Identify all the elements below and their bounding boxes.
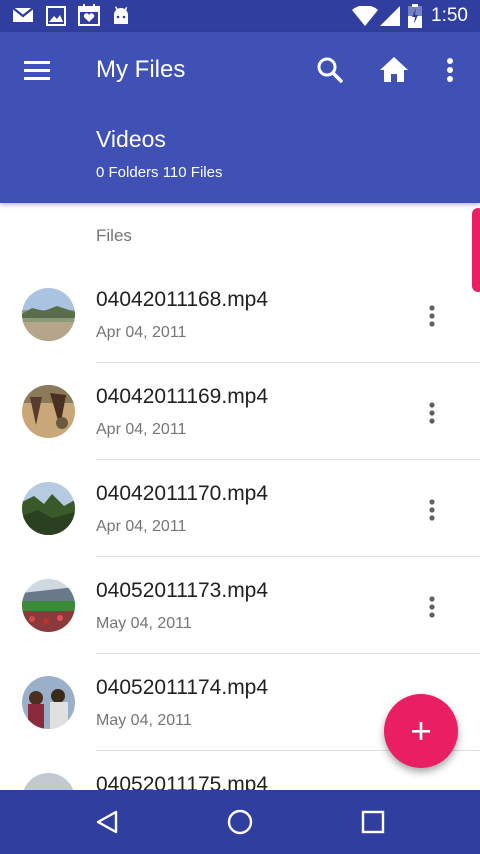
nav-recents-button[interactable] — [355, 804, 391, 840]
nav-back-button[interactable] — [90, 804, 126, 840]
video-thumbnail — [22, 288, 75, 341]
file-date: May 04, 2011 — [96, 712, 192, 729]
row-more-button[interactable] — [418, 587, 446, 627]
more-vert-icon — [447, 58, 453, 82]
battery-icon — [408, 4, 422, 28]
file-date: May 04, 2011 — [96, 615, 192, 632]
gallery-icon — [46, 6, 66, 26]
folder-title: Videos — [96, 126, 166, 152]
file-date: Apr 04, 2011 — [96, 421, 187, 438]
app-title: My Files — [96, 56, 186, 83]
wifi-icon — [352, 6, 378, 26]
row-more-button[interactable] — [418, 296, 446, 336]
nav-bar — [0, 790, 480, 854]
search-icon — [317, 57, 343, 83]
video-thumbnail — [22, 482, 75, 535]
row-more-button[interactable] — [418, 490, 446, 530]
add-fab[interactable] — [384, 694, 458, 768]
list-item[interactable]: 04052011173.mp4 May 04, 2011 — [0, 557, 480, 654]
file-date: Apr 04, 2011 — [96, 518, 187, 535]
more-vert-icon — [429, 596, 435, 618]
menu-button[interactable] — [16, 52, 60, 88]
row-more-button[interactable] — [418, 393, 446, 433]
search-button[interactable] — [312, 52, 348, 88]
file-name: 04052011174.mp4 — [96, 676, 269, 699]
section-header: Files — [96, 226, 132, 245]
menu-icon — [24, 61, 50, 80]
file-name: 04042011169.mp4 — [96, 385, 269, 408]
more-vert-icon — [429, 305, 435, 327]
video-thumbnail — [22, 773, 75, 790]
video-thumbnail — [22, 385, 75, 438]
list-item[interactable]: 04042011169.mp4 Apr 04, 2011 — [0, 363, 480, 460]
overflow-menu-button[interactable] — [436, 52, 464, 88]
nav-home-button[interactable] — [222, 804, 258, 840]
app-bar: My Files Videos 0 Folders 110 Files — [0, 32, 480, 203]
more-vert-icon — [429, 499, 435, 521]
signal-icon — [380, 6, 400, 26]
video-thumbnail — [22, 676, 75, 729]
status-time: 1:50 — [431, 5, 468, 26]
add-icon — [412, 722, 430, 740]
calendar-icon — [78, 4, 100, 26]
list-item[interactable]: 04042011168.mp4 Apr 04, 2011 — [0, 266, 480, 363]
list-item[interactable]: 04042011170.mp4 Apr 04, 2011 — [0, 460, 480, 557]
file-name: 04052011173.mp4 — [96, 579, 269, 602]
status-bar: 1:50 — [0, 0, 480, 32]
file-name: 04052011175.mp4 — [96, 773, 269, 790]
back-icon — [96, 810, 118, 834]
recents-icon — [361, 810, 385, 834]
more-vert-icon — [429, 402, 435, 424]
home-button[interactable] — [376, 52, 412, 88]
gmail-icon — [12, 7, 34, 22]
file-name: 04042011170.mp4 — [96, 482, 269, 505]
home-icon — [380, 57, 408, 82]
android-icon — [114, 6, 128, 24]
file-date: Apr 04, 2011 — [96, 324, 187, 341]
file-name: 04042011168.mp4 — [96, 288, 269, 311]
folder-counts: 0 Folders 110 Files — [96, 164, 223, 181]
home-circle-icon — [227, 809, 253, 835]
video-thumbnail — [22, 579, 75, 632]
